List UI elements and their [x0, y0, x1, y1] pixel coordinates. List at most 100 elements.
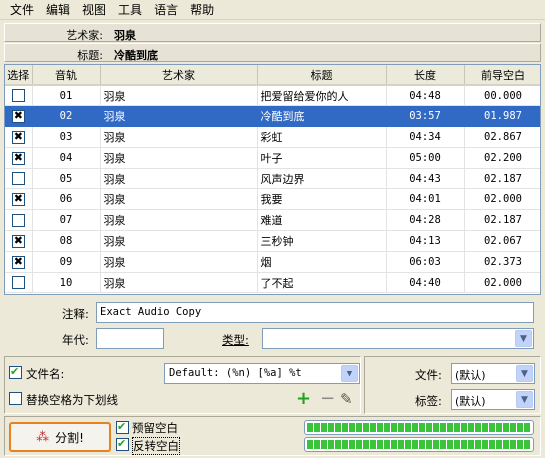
menu-help[interactable]: 帮助 [184, 1, 220, 18]
progress-segment [321, 423, 327, 432]
row-select-checkbox[interactable] [11, 89, 25, 103]
split-button[interactable]: ⁂ 分割! [9, 422, 111, 452]
filename-pattern-value: Default: (%n) [%a] %t [169, 367, 302, 379]
table-row[interactable]: 03羽泉彩虹04:3402.867 [5, 126, 540, 148]
column-header-length[interactable]: 长度 [386, 65, 465, 86]
artist-label: 艺术家: [66, 29, 103, 42]
progress-segment [391, 440, 397, 449]
split-button-label: 分割! [55, 430, 84, 445]
track-length: 04:40 [386, 272, 465, 294]
select-cell [5, 230, 33, 252]
progress-segment [398, 423, 404, 432]
progress-segment [342, 423, 348, 432]
track-number: 08 [32, 230, 101, 252]
tag-select[interactable]: (默认) ▼ [451, 389, 535, 410]
underscore-checkbox[interactable] [9, 392, 22, 405]
row-select-checkbox[interactable] [11, 109, 25, 123]
progress-segment [328, 440, 334, 449]
menu-file[interactable]: 文件 [4, 1, 40, 18]
progress-segment [482, 423, 488, 432]
progress-segment [405, 440, 411, 449]
year-input[interactable] [96, 328, 164, 349]
table-row[interactable]: 10 羽泉 了不起 04:40 02.000 [5, 272, 540, 294]
file-select[interactable]: (默认) ▼ [451, 363, 535, 384]
column-header-artist[interactable]: 艺术家 [100, 65, 258, 86]
track-artist: 羽泉 [100, 126, 258, 148]
column-header-track[interactable]: 音轨 [32, 65, 101, 86]
table-row[interactable]: 06羽泉我要04:0102.000 [5, 188, 540, 211]
table-row[interactable]: 08羽泉三秒钟04:1302.067 [5, 230, 540, 252]
table-row[interactable]: 04羽泉叶子05:0002.200 [5, 147, 540, 169]
reverse-gap-checkbox[interactable] [116, 437, 129, 451]
column-header-select[interactable]: 选择 [5, 65, 33, 86]
track-artist: 羽泉 [100, 85, 258, 107]
progress-segment [412, 423, 418, 432]
progress-segment [503, 440, 509, 449]
filename-pattern-select[interactable]: Default: (%n) [%a] %t ▼ [164, 363, 360, 384]
track-artist: 羽泉 [100, 105, 258, 128]
split-icon: ⁂ [36, 429, 50, 445]
genre-select[interactable]: ▼ [262, 328, 534, 349]
progress-segment [489, 423, 495, 432]
artist-value: 羽泉 [114, 29, 136, 42]
track-title: 我要 [257, 188, 387, 211]
comment-input[interactable]: Exact Audio Copy [96, 302, 534, 323]
column-header-gap[interactable]: 前导空白 [464, 65, 540, 86]
progress-segment [440, 440, 446, 449]
menu-language[interactable]: 语言 [148, 1, 184, 18]
table-row[interactable]: 02羽泉冷酷到底03:5701.987 [5, 105, 540, 128]
track-length: 03:57 [386, 105, 465, 128]
menu-edit[interactable]: 编辑 [40, 1, 76, 18]
progress-segment [419, 440, 425, 449]
select-cell [5, 168, 33, 190]
row-select-checkbox[interactable] [11, 213, 25, 227]
track-title: 把爱留给爱你的人 [257, 85, 387, 107]
chevron-down-icon[interactable]: ▼ [341, 365, 358, 382]
row-select-checkbox[interactable] [11, 192, 25, 207]
table-row[interactable]: 09羽泉烟06:0302.373 [5, 251, 540, 273]
progress-segment [524, 440, 530, 449]
table-row[interactable]: 01 羽泉 把爱留给爱你的人 04:48 00.000 [5, 85, 540, 107]
progress-bar-2 [304, 437, 534, 452]
track-number: 04 [32, 147, 101, 169]
track-list[interactable]: 选择 音轨 艺术家 标题 长度 前导空白 01 羽泉 把爱留给爱你的人 04:48 00… [4, 64, 541, 295]
table-row[interactable]: 05 羽泉 风声边界 04:43 02.187 [5, 168, 540, 190]
progress-segment [398, 440, 404, 449]
chevron-down-icon[interactable]: ▼ [516, 365, 533, 382]
row-select-checkbox[interactable] [11, 172, 25, 186]
track-gap: 00.000 [464, 85, 540, 107]
row-select-checkbox[interactable] [11, 130, 25, 144]
chevron-down-icon[interactable]: ▼ [516, 391, 533, 408]
row-select-checkbox[interactable] [11, 276, 25, 290]
table-header: 选择 音轨 艺术家 标题 长度 前导空白 [5, 65, 540, 86]
menu-bar: 文件 编辑 视图 工具 语言 帮助 [0, 0, 545, 20]
menu-tools[interactable]: 工具 [112, 1, 148, 18]
row-select-checkbox[interactable] [11, 151, 25, 165]
progress-segment [454, 440, 460, 449]
track-title: 风声边界 [257, 168, 387, 190]
row-select-checkbox[interactable] [11, 255, 25, 269]
progress-segment [426, 440, 432, 449]
progress-segment [349, 423, 355, 432]
column-header-title[interactable]: 标题 [257, 65, 387, 86]
track-artist: 羽泉 [100, 188, 258, 211]
add-icon[interactable]: + [296, 390, 311, 408]
progress-segment [377, 423, 383, 432]
progress-segment [314, 440, 320, 449]
progress-segment [510, 440, 516, 449]
progress-segment [384, 440, 390, 449]
progress-segment [335, 440, 341, 449]
progress-bar-1 [304, 420, 534, 435]
remove-icon[interactable]: − [320, 390, 335, 408]
progress-segment [349, 440, 355, 449]
table-row[interactable]: 07 羽泉 难道 04:28 02.187 [5, 209, 540, 232]
progress-segment [461, 423, 467, 432]
keep-gap-checkbox[interactable] [116, 420, 129, 434]
progress-segment [496, 423, 502, 432]
comment-label: 注释: [62, 307, 89, 321]
chevron-down-icon[interactable]: ▼ [515, 330, 532, 347]
menu-view[interactable]: 视图 [76, 1, 112, 18]
filename-checkbox[interactable] [9, 365, 22, 379]
row-select-checkbox[interactable] [11, 234, 25, 248]
edit-icon[interactable]: ✎ [340, 390, 353, 408]
